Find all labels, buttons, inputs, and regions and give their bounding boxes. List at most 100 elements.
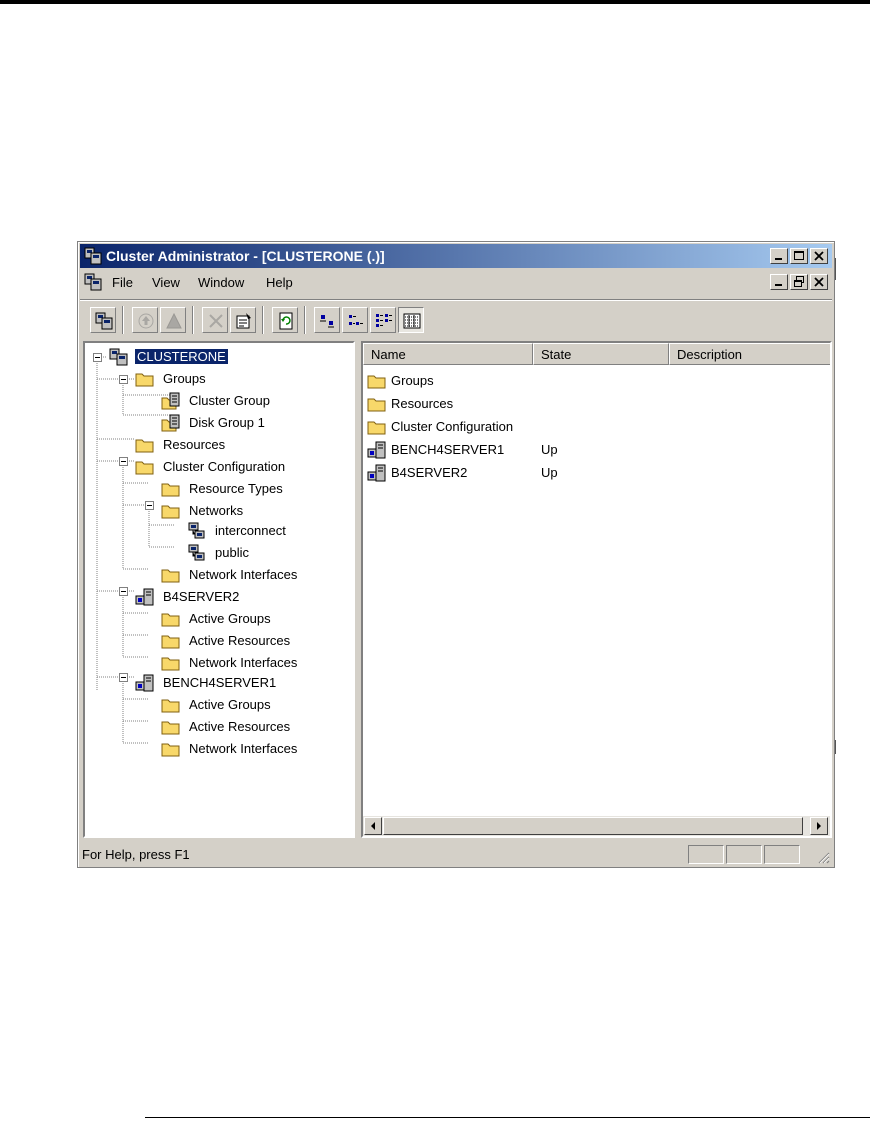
child-close-button[interactable] — [810, 274, 828, 290]
scroll-left-button[interactable] — [364, 817, 382, 835]
menu-window[interactable]: Window — [198, 275, 244, 290]
refresh-button[interactable] — [272, 307, 298, 333]
folder-icon — [367, 421, 386, 435]
cluster-app-icon — [84, 247, 102, 265]
folder-icon — [161, 613, 180, 627]
take-offline-button[interactable] — [160, 307, 186, 333]
tree-label: Resource Types — [189, 481, 283, 496]
resource-group-icon — [161, 414, 180, 432]
column-header-name[interactable]: Name — [363, 343, 533, 365]
status-panel — [726, 845, 762, 864]
maximize-button[interactable] — [790, 248, 808, 264]
status-text: For Help, press F1 — [82, 847, 190, 862]
take-offline-icon — [166, 312, 182, 329]
tree-label: Cluster Configuration — [163, 459, 286, 474]
menu-file[interactable]: File — [112, 275, 133, 290]
folder-icon — [161, 721, 180, 735]
restore-icon — [794, 276, 804, 287]
delete-icon — [209, 314, 223, 328]
details-view-icon — [403, 313, 421, 329]
column-header-description[interactable]: Description — [669, 343, 830, 365]
status-panel — [688, 845, 724, 864]
toolbar-separator — [192, 306, 194, 334]
status-bar: For Help, press F1 — [80, 842, 832, 866]
server-icon — [367, 441, 386, 459]
column-header-label: State — [541, 347, 572, 362]
list-item[interactable]: Resources — [367, 393, 827, 415]
folder-icon — [161, 483, 180, 497]
list-item-state: Up — [541, 442, 558, 457]
menu-help[interactable]: Help — [266, 275, 293, 290]
tree-label: Disk Group 1 — [189, 415, 265, 430]
tree-label: Active Resources — [189, 719, 291, 734]
list-item[interactable]: BENCH4SERVER1 Up — [367, 439, 827, 461]
small-icons-view-button[interactable] — [342, 307, 368, 333]
column-header-state[interactable]: State — [533, 343, 669, 365]
list-view-button[interactable] — [370, 307, 396, 333]
close-button[interactable] — [810, 248, 828, 264]
resize-grip-icon[interactable] — [816, 850, 830, 864]
bring-online-button[interactable] — [132, 307, 158, 333]
title-bar[interactable]: Cluster Administrator - [CLUSTERONE (.)] — [80, 244, 832, 268]
list-item-name: Cluster Configuration — [391, 419, 514, 434]
minimize-button[interactable] — [770, 248, 788, 264]
maximize-icon — [794, 251, 804, 260]
list-item-state: Up — [541, 465, 558, 480]
server-icon — [367, 464, 386, 482]
minimize-icon — [775, 284, 782, 286]
cluster-tree-pane[interactable]: CLUSTERONE Groups Cluster Group Disk Gro… — [83, 341, 355, 838]
close-icon — [814, 251, 824, 261]
arrow-right-icon — [817, 822, 821, 830]
arrow-left-icon — [371, 822, 375, 830]
tree-label: Groups — [163, 371, 206, 386]
toolbar-separator — [122, 306, 124, 334]
folder-icon — [161, 657, 180, 671]
tree-label: CLUSTERONE — [134, 348, 229, 365]
page-top-rule — [0, 0, 870, 4]
network-icon — [188, 544, 205, 561]
large-icons-view-button[interactable] — [314, 307, 340, 333]
delete-button[interactable] — [202, 307, 228, 333]
toolbar-separator — [304, 306, 306, 334]
child-restore-button[interactable] — [790, 274, 808, 290]
network-icon — [188, 522, 205, 539]
details-view-button[interactable] — [398, 307, 424, 333]
list-item[interactable]: Groups — [367, 370, 827, 392]
menu-view[interactable]: View — [152, 275, 180, 290]
tree-label: Active Groups — [189, 697, 271, 712]
list-item[interactable]: Cluster Configuration — [367, 416, 827, 438]
open-connection-icon — [95, 312, 113, 330]
horizontal-scrollbar[interactable] — [363, 816, 830, 836]
properties-button[interactable] — [230, 307, 256, 333]
properties-icon — [236, 313, 251, 329]
folder-icon — [161, 505, 180, 519]
close-icon — [814, 277, 824, 287]
folder-icon — [135, 439, 154, 453]
collapse-bench4server1-toggle[interactable] — [119, 673, 128, 682]
folder-icon — [161, 569, 180, 583]
scroll-right-button[interactable] — [810, 817, 828, 835]
tree-label: Cluster Group — [189, 393, 270, 408]
collapse-groups-toggle[interactable] — [119, 375, 128, 384]
open-connection-button[interactable] — [90, 307, 116, 333]
column-header-label: Name — [371, 347, 406, 362]
details-list-pane[interactable]: Name State Description Groups Resources … — [361, 341, 832, 838]
list-item-name: BENCH4SERVER1 — [391, 442, 505, 457]
folder-icon — [367, 375, 386, 389]
tree-label: B4SERVER2 — [163, 589, 240, 604]
refresh-icon — [279, 312, 293, 330]
cluster-icon — [109, 348, 128, 366]
list-item[interactable]: B4SERVER2 Up — [367, 462, 827, 484]
collapse-b4server2-toggle[interactable] — [119, 587, 128, 596]
folder-icon — [161, 635, 180, 649]
scrollbar-thumb[interactable] — [383, 817, 803, 835]
document-window-icon[interactable] — [84, 273, 102, 291]
tree-label: interconnect — [215, 523, 286, 538]
list-item-name: B4SERVER2 — [391, 465, 468, 480]
collapse-networks-toggle[interactable] — [145, 501, 154, 510]
tree-label: public — [215, 545, 249, 560]
collapse-clusterone-toggle[interactable] — [93, 353, 102, 362]
collapse-cluster-configuration-toggle[interactable] — [119, 457, 128, 466]
child-minimize-button[interactable] — [770, 274, 788, 290]
resource-group-icon — [161, 392, 180, 410]
